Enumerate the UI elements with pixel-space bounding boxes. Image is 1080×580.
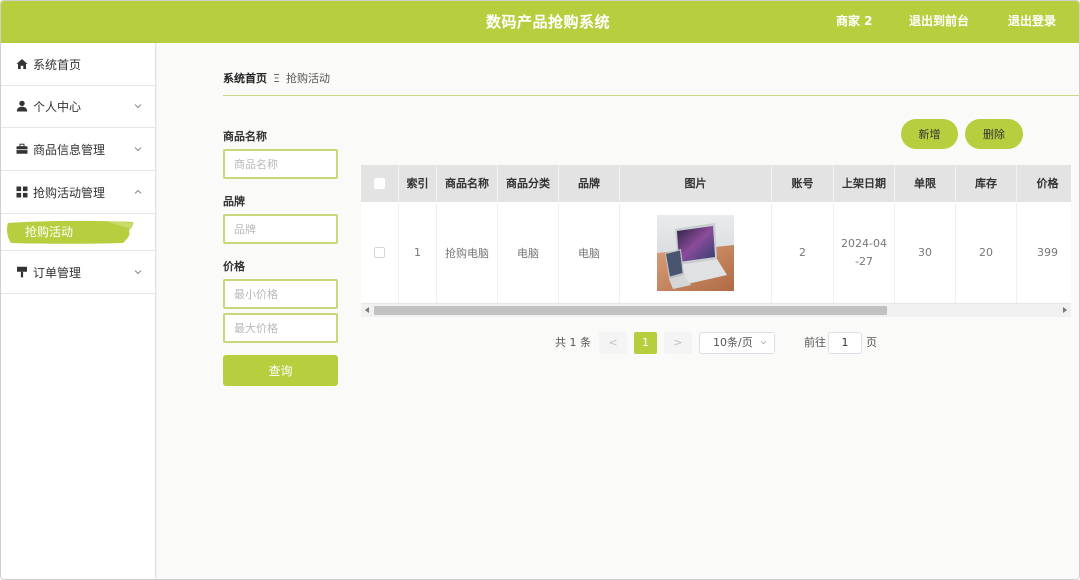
cell-brand: 电脑 bbox=[559, 202, 620, 303]
app-window: 数码产品抢购系统 商家 2 退出到前台 退出登录 系统首页 个人中心 商品信息管… bbox=[0, 0, 1080, 580]
cell-product-name: 抢购电脑 bbox=[437, 202, 498, 303]
cell-stock: 20 bbox=[956, 202, 1017, 303]
flash-sale-table: 索引 商品名称 商品分类 品牌 图片 账号 上架日期 单限 库存 价格 1 抢购… bbox=[361, 165, 1071, 317]
chevron-down-icon bbox=[134, 270, 142, 275]
laptop-photo[interactable] bbox=[657, 214, 734, 291]
col-header-account[interactable]: 账号 bbox=[772, 165, 834, 202]
exit-to-frontend-link[interactable]: 退出到前台 bbox=[909, 1, 969, 43]
sidebar: 系统首页 个人中心 商品信息管理 抢购活动管理 抢购活动 订单管理 bbox=[1, 43, 156, 579]
sidebar-item-home[interactable]: 系统首页 bbox=[1, 44, 155, 86]
col-header-listing-date[interactable]: 上架日期 bbox=[834, 165, 895, 202]
chevron-down-icon bbox=[134, 104, 142, 109]
user-icon bbox=[16, 100, 28, 112]
cell-category: 电脑 bbox=[498, 202, 559, 303]
price-label: 价格 bbox=[223, 260, 245, 273]
col-header-product-name[interactable]: 商品名称 bbox=[437, 165, 498, 202]
pagination-prev-button[interactable]: < bbox=[599, 332, 627, 354]
scrollbar-thumb[interactable] bbox=[374, 306, 887, 315]
page-size-select[interactable]: 10条/页 bbox=[699, 332, 775, 354]
page-size-value: 10条/页 bbox=[713, 336, 753, 349]
brand-label: 品牌 bbox=[223, 195, 245, 208]
cell-index: 1 bbox=[399, 202, 437, 303]
breadcrumb-home[interactable]: 系统首页 bbox=[223, 72, 267, 85]
logout-link[interactable]: 退出登录 bbox=[1008, 1, 1056, 43]
row-checkbox[interactable] bbox=[374, 247, 385, 258]
merchant-user-link[interactable]: 商家 2 bbox=[836, 1, 873, 43]
table-row[interactable]: 1 抢购电脑 电脑 电脑 2 2024-04-27 30 20 399 bbox=[361, 202, 1071, 303]
cell-image bbox=[620, 202, 772, 303]
select-all-checkbox[interactable] bbox=[374, 178, 385, 189]
flash-sale-submenu: 抢购活动 bbox=[1, 213, 155, 251]
sidebar-item-label: 抢购活动管理 bbox=[33, 186, 106, 200]
scroll-right-arrow-icon[interactable] bbox=[1063, 307, 1067, 313]
briefcase-icon bbox=[16, 143, 28, 154]
home-icon bbox=[16, 59, 28, 69]
breadcrumb-divider bbox=[223, 95, 1079, 96]
col-header-category[interactable]: 商品分类 bbox=[498, 165, 559, 202]
table-horizontal-scrollbar[interactable] bbox=[361, 303, 1071, 317]
sidebar-item-label: 个人中心 bbox=[33, 100, 82, 114]
sidebar-item-flash-sale-mgmt[interactable]: 抢购活动管理 bbox=[1, 172, 155, 214]
page-suffix-label: 页 bbox=[866, 336, 877, 349]
row-select-cell bbox=[361, 202, 399, 303]
brand-input[interactable] bbox=[223, 214, 338, 244]
add-button[interactable]: 新增 bbox=[901, 119, 958, 149]
sidebar-item-label: 系统首页 bbox=[33, 58, 82, 72]
sidebar-item-orders[interactable]: 订单管理 bbox=[1, 252, 155, 294]
pagination-next-button[interactable]: > bbox=[664, 332, 692, 354]
delete-button[interactable]: 删除 bbox=[965, 119, 1023, 149]
pagination-page-1[interactable]: 1 bbox=[634, 332, 657, 354]
chevron-up-icon bbox=[134, 189, 142, 194]
goto-label: 前往 bbox=[804, 336, 826, 349]
main-content: 系统首页 Ξ 抢购活动 商品名称 品牌 价格 查询 新增 删除 索引 商品名称 商品… bbox=[157, 43, 1079, 579]
product-name-label: 商品名称 bbox=[223, 130, 267, 143]
max-price-input[interactable] bbox=[223, 313, 338, 343]
sidebar-item-product-info[interactable]: 商品信息管理 bbox=[1, 129, 155, 171]
sidebar-item-label: 订单管理 bbox=[33, 266, 82, 280]
chevron-down-icon bbox=[134, 147, 142, 152]
min-price-input[interactable] bbox=[223, 279, 338, 309]
product-name-input[interactable] bbox=[223, 149, 338, 179]
cell-listing-date: 2024-04-27 bbox=[834, 202, 895, 303]
sidebar-subitem-flash-sale[interactable]: 抢购活动 bbox=[5, 219, 135, 245]
pagination-total: 共 1 条 bbox=[555, 336, 591, 349]
col-header-price[interactable]: 价格 bbox=[1017, 165, 1071, 202]
col-header-per-limit[interactable]: 单限 bbox=[895, 165, 956, 202]
cell-per-limit: 30 bbox=[895, 202, 956, 303]
hammer-icon bbox=[17, 266, 27, 278]
sidebar-item-label: 商品信息管理 bbox=[33, 143, 106, 157]
sidebar-item-personal-center[interactable]: 个人中心 bbox=[1, 86, 155, 128]
breadcrumb-separator: Ξ bbox=[273, 72, 280, 85]
cell-account: 2 bbox=[772, 202, 834, 303]
breadcrumb-current: 抢购活动 bbox=[285, 72, 330, 85]
cell-price: 399 bbox=[1017, 202, 1071, 303]
col-header-brand[interactable]: 品牌 bbox=[559, 165, 620, 202]
select-all-cell bbox=[361, 165, 399, 202]
chevron-down-icon bbox=[760, 340, 767, 345]
table-header: 索引 商品名称 商品分类 品牌 图片 账号 上架日期 单限 库存 价格 bbox=[361, 165, 1071, 202]
col-header-stock[interactable]: 库存 bbox=[956, 165, 1017, 202]
col-header-image[interactable]: 图片 bbox=[620, 165, 772, 202]
sidebar-subitem-label: 抢购活动 bbox=[25, 225, 74, 239]
goto-page-input[interactable]: 1 bbox=[828, 332, 862, 354]
query-button[interactable]: 查询 bbox=[223, 355, 338, 386]
scroll-left-arrow-icon[interactable] bbox=[365, 307, 369, 313]
col-header-index[interactable]: 索引 bbox=[399, 165, 437, 202]
top-header: 数码产品抢购系统 商家 2 退出到前台 退出登录 bbox=[1, 1, 1079, 43]
grid-icon bbox=[16, 186, 28, 198]
breadcrumb: 系统首页 Ξ 抢购活动 bbox=[223, 71, 330, 87]
